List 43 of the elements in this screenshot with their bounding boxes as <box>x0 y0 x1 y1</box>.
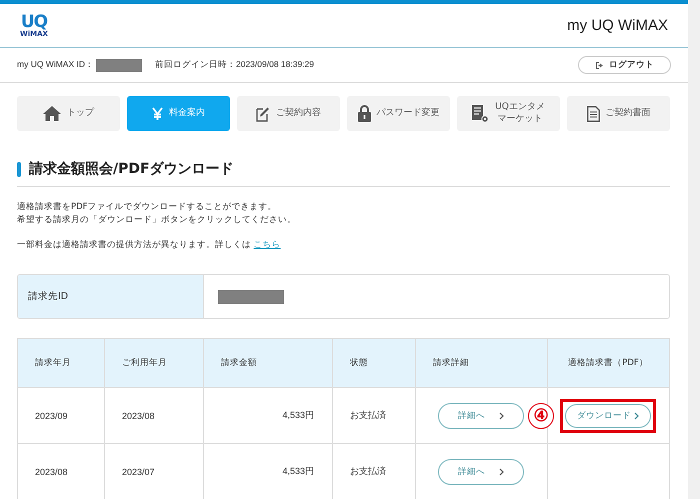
column-header: 請求金額 <box>204 338 332 388</box>
nav-tab[interactable]: パスワード変更 <box>347 96 450 131</box>
scrollbar[interactable] <box>688 0 700 499</box>
column-header: 請求年月 <box>18 338 104 388</box>
column-header: 状態 <box>332 338 416 388</box>
site-title: my UQ WiMAX <box>567 17 668 34</box>
yen-icon <box>152 107 163 120</box>
redaction-block <box>96 58 142 72</box>
table-cell: 2023/09 <box>18 388 104 444</box>
column-header: 適格請求書（PDF） <box>548 338 670 388</box>
lock-icon <box>358 105 370 122</box>
document-icon <box>586 106 600 122</box>
nav-tab[interactable]: ご契約内容 <box>237 96 340 131</box>
table-cell: 4,533円 <box>204 388 332 444</box>
nav-tab[interactable]: ご契約書面 <box>567 96 670 131</box>
note-text: 一部料金は適格請求書の提供方法が異なります。詳しくは こちら <box>17 239 282 252</box>
table-cell: 2023/08 <box>18 444 104 499</box>
billing-id-label: 請求先ID <box>28 290 68 303</box>
chevron-icon <box>499 412 504 420</box>
account-id-label: my UQ WiMAX ID： <box>17 59 94 71</box>
nav-tab[interactable]: トップ <box>17 96 120 131</box>
last-login-text: 前回ログイン日時：2023/09/08 18:39:29 <box>155 59 314 71</box>
page-heading: 請求金額照会/PDFダウンロード <box>29 160 234 178</box>
annotation-number: ④ <box>528 402 554 428</box>
detail-button[interactable]: 詳細へ <box>438 402 524 428</box>
chevron-icon <box>634 412 639 420</box>
logout-icon <box>595 60 605 70</box>
detail-button[interactable]: 詳細へ <box>438 458 524 484</box>
pencil-note-icon <box>256 106 270 122</box>
list-gear-icon <box>472 104 490 122</box>
chevron-icon <box>499 468 504 476</box>
table-cell: お支払済 <box>332 388 416 444</box>
logout-button[interactable]: ログアウト <box>578 56 671 74</box>
house-icon <box>43 106 61 121</box>
download-button[interactable]: ダウンロード <box>565 404 651 428</box>
redaction-block <box>218 290 284 304</box>
column-header: ご利用年月 <box>104 338 204 388</box>
intro-text: 希望する請求月の「ダウンロード」ボタンをクリックしてください。 <box>17 214 297 227</box>
heading-accent-bar <box>17 162 21 176</box>
column-header: 請求詳細 <box>416 338 548 388</box>
table-cell: 2023/08 <box>104 388 204 444</box>
intro-text: 適格請求書をPDFファイルでダウンロードすることができます。 <box>17 201 278 214</box>
nav-tab[interactable]: UQエンタメ マーケット <box>457 96 560 131</box>
